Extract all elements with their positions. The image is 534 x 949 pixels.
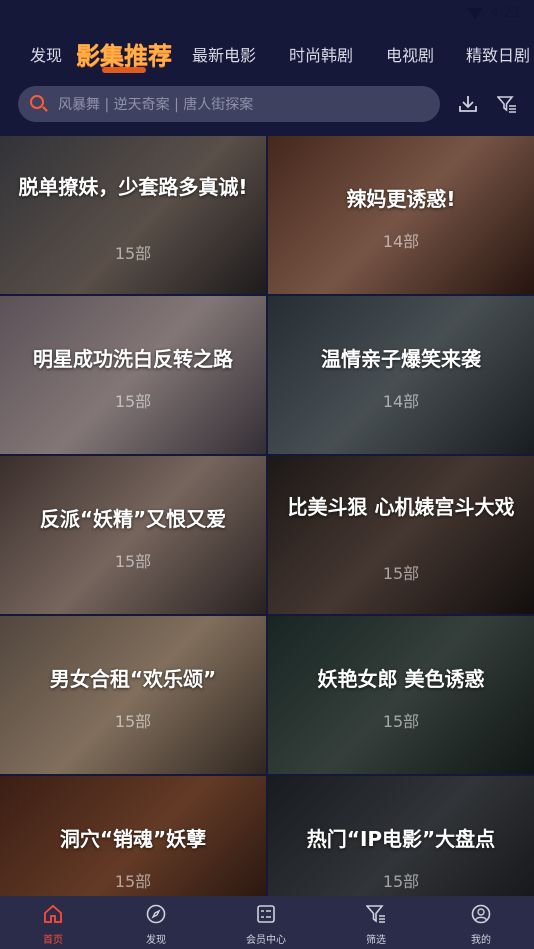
card-count: 15部 <box>382 712 420 731</box>
collection-card[interactable]: 妖艳女郎 美色诱惑 15部 <box>268 616 534 774</box>
filter-list-icon[interactable] <box>497 95 517 113</box>
collection-card[interactable]: 比美斗狠 心机婊宫斗大戏 15部 <box>268 456 534 614</box>
search-icon <box>30 95 44 109</box>
collection-card[interactable]: 温情亲子爆笑来袭 14部 <box>268 296 534 454</box>
nav-my[interactable]: 我的 <box>428 896 534 949</box>
wifi-icon <box>466 8 483 19</box>
collection-card[interactable]: 明星成功洗白反转之路 15部 <box>0 296 266 454</box>
card-count: 15部 <box>114 872 152 891</box>
member-card-icon <box>257 905 275 923</box>
card-count: 15部 <box>114 392 152 411</box>
nav-label: 首页 <box>43 935 63 946</box>
collection-card[interactable]: 辣妈更诱惑! 14部 <box>268 136 534 294</box>
tab-tv-series[interactable]: 电视剧 <box>386 42 434 66</box>
card-count: 15部 <box>114 712 152 731</box>
nav-label: 我的 <box>471 935 491 946</box>
tab-discover[interactable]: 发现 <box>30 42 62 66</box>
nav-member-center[interactable]: 会员中心 <box>213 896 319 949</box>
bottom-nav: 首页 发现 会员中心 筛选 我的 <box>0 896 534 949</box>
tab-korean-drama[interactable]: 时尚韩剧 <box>289 42 353 66</box>
card-title: 明星成功洗白反转之路 <box>33 347 233 371</box>
collection-grid: 脱单撩妹，少套路多真诚! 15部 辣妈更诱惑! 14部 明星成功洗白反转之路 1… <box>0 136 534 934</box>
nav-discover[interactable]: 发现 <box>103 896 209 949</box>
compass-icon <box>146 904 166 924</box>
card-count: 15部 <box>382 564 420 583</box>
status-time: 4:23 <box>490 6 520 21</box>
status-bar: 4:23 <box>0 0 534 30</box>
card-count: 15部 <box>114 552 152 571</box>
card-title: 热门“IP电影”大盘点 <box>306 827 496 851</box>
nav-filter[interactable]: 筛选 <box>323 896 429 949</box>
tab-japanese-drama[interactable]: 精致日剧 <box>466 42 530 66</box>
nav-home[interactable]: 首页 <box>0 896 106 949</box>
card-title: 脱单撩妹，少套路多真诚! <box>18 175 248 199</box>
download-icon[interactable] <box>458 95 478 113</box>
card-title: 男女合租“欢乐颂” <box>49 667 217 691</box>
card-count: 15部 <box>114 244 152 263</box>
top-tab-bar: 发现 影集推荐 最新电影 时尚韩剧 电视剧 精致日剧 <box>0 32 534 76</box>
card-title: 反派“妖精”又恨又爱 <box>39 507 227 531</box>
card-title: 温情亲子爆笑来袭 <box>321 347 481 371</box>
home-icon <box>44 904 62 923</box>
search-bar[interactable] <box>18 86 440 124</box>
collection-card[interactable]: 脱单撩妹，少套路多真诚! 15部 <box>0 136 266 294</box>
card-title: 洞穴“销魂”妖孽 <box>59 827 207 851</box>
card-count: 14部 <box>382 392 420 411</box>
card-title: 辣妈更诱惑! <box>346 187 456 211</box>
filter-icon <box>366 905 385 923</box>
collection-card[interactable]: 反派“妖精”又恨又爱 15部 <box>0 456 266 614</box>
card-count: 14部 <box>382 232 420 251</box>
card-title: 妖艳女郎 美色诱惑 <box>317 667 485 691</box>
search-input[interactable] <box>56 86 430 124</box>
nav-label: 会员中心 <box>246 935 286 946</box>
user-icon <box>471 904 491 924</box>
tab-latest-movies[interactable]: 最新电影 <box>192 42 256 66</box>
card-title: 比美斗狠 心机婊宫斗大戏 <box>287 495 515 519</box>
card-count: 15部 <box>382 872 420 891</box>
nav-label: 筛选 <box>366 935 386 946</box>
nav-label: 发现 <box>146 935 166 946</box>
collection-card[interactable]: 男女合租“欢乐颂” 15部 <box>0 616 266 774</box>
tab-collection-recommend[interactable]: 影集推荐 <box>76 36 172 73</box>
